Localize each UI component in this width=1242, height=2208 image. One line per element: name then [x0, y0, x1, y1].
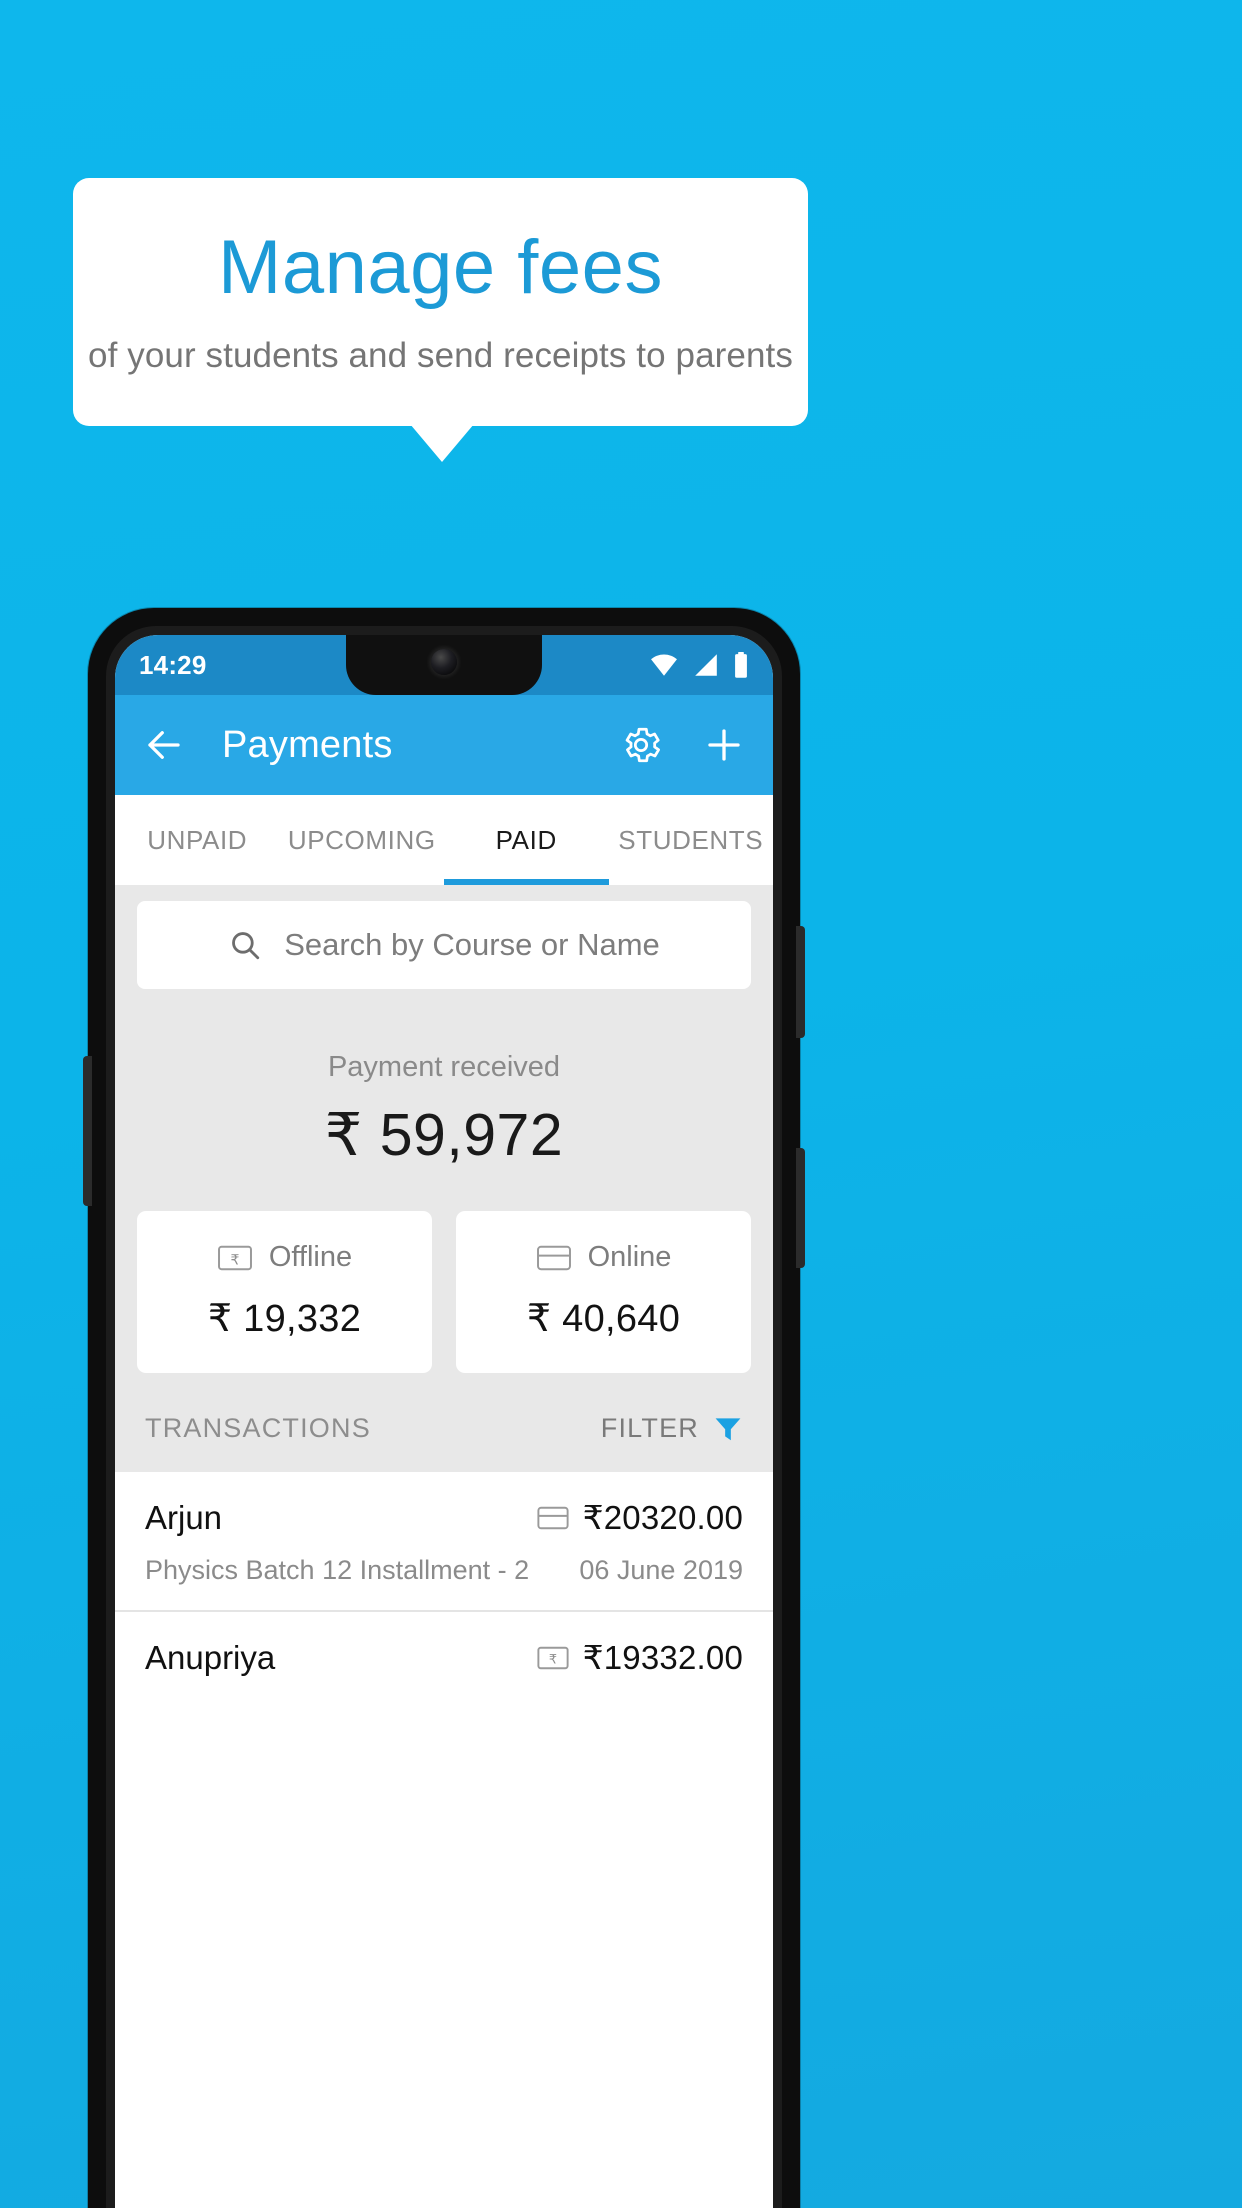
- transaction-date: 06 June 2019: [579, 1555, 743, 1585]
- back-arrow-icon[interactable]: [143, 724, 185, 766]
- search-container: Search by Course or Name: [115, 885, 773, 989]
- offline-card-amount: ₹ 19,332: [207, 1298, 362, 1340]
- svg-text:₹: ₹: [230, 1252, 239, 1268]
- search-placeholder: Search by Course or Name: [284, 927, 660, 962]
- cash-receipt-icon: ₹: [217, 1245, 252, 1270]
- transaction-primary-line: Arjun ₹20320.00: [145, 1498, 743, 1537]
- promo-screenshot: Manage fees of your students and send re…: [0, 0, 1242, 2208]
- app-bar: Payments: [115, 695, 773, 795]
- credit-card-icon: [536, 1506, 569, 1529]
- page-title: Manage fees: [218, 225, 663, 311]
- svg-text:₹: ₹: [548, 1652, 556, 1667]
- online-card-head: Online: [456, 1241, 751, 1274]
- online-card-label: Online: [587, 1241, 672, 1273]
- transaction-amount-group: ₹20320.00: [536, 1498, 743, 1537]
- offline-card[interactable]: ₹ Offline ₹ 19,332: [137, 1211, 432, 1373]
- transactions-header: TRANSACTIONS FILTER: [115, 1373, 773, 1472]
- payment-summary: Payment received ₹ 59,972: [115, 989, 773, 1169]
- phone-bezel: 14:29 Payments UNPAID UPCOMING PAID STUD…: [106, 626, 782, 2208]
- app-bar-title: Payments: [222, 723, 393, 766]
- content-area: Search by Course or Name Payment receive…: [115, 885, 773, 1701]
- signal-icon: [695, 654, 717, 676]
- callout-tail: [410, 424, 474, 462]
- promo-callout-card: Manage fees of your students and send re…: [73, 178, 808, 426]
- transaction-primary-line: Anupriya ₹ ₹19332.00: [145, 1638, 743, 1677]
- search-input[interactable]: Search by Course or Name: [137, 901, 751, 989]
- transaction-student-name: Arjun: [145, 1498, 223, 1536]
- transaction-amount: ₹20320.00: [582, 1499, 743, 1536]
- transaction-amount-group: ₹ ₹19332.00: [536, 1638, 743, 1677]
- offline-card-label: Offline: [268, 1241, 353, 1273]
- status-time: 14:29: [139, 649, 207, 680]
- plus-icon[interactable]: [703, 724, 745, 766]
- transaction-amount: ₹19332.00: [582, 1639, 743, 1676]
- summary-label: Payment received: [327, 1051, 561, 1083]
- wifi-icon: [651, 654, 677, 676]
- table-row[interactable]: Arjun ₹20320.00 Physics Batch 12 Install…: [115, 1472, 773, 1610]
- tab-students[interactable]: STUDENTS: [609, 795, 774, 885]
- transaction-student-name: Anupriya: [145, 1638, 276, 1676]
- table-row[interactable]: Anupriya ₹ ₹19332.00: [115, 1610, 773, 1701]
- battery-icon: [735, 652, 747, 678]
- phone-left-button: [83, 1056, 92, 1206]
- phone-power-button: [796, 1148, 805, 1268]
- transaction-secondary-line: Physics Batch 12 Installment - 2 06 June…: [145, 1555, 743, 1586]
- page-subtitle: of your students and send receipts to pa…: [88, 335, 793, 375]
- search-icon: [232, 932, 260, 960]
- summary-amount: ₹ 59,972: [324, 1102, 564, 1168]
- transaction-course: Physics Batch 12 Installment - 2: [145, 1555, 530, 1585]
- transactions-title: TRANSACTIONS: [145, 1413, 371, 1443]
- filter-button[interactable]: FILTER: [601, 1413, 743, 1444]
- filter-label: FILTER: [600, 1413, 699, 1443]
- tab-bar: UNPAID UPCOMING PAID STUDENTS: [115, 795, 773, 885]
- method-cards: ₹ Offline ₹ 19,332 Online ₹ 40,640: [115, 1169, 773, 1373]
- gear-icon[interactable]: [619, 723, 663, 767]
- front-camera-icon: [431, 649, 457, 675]
- online-card[interactable]: Online ₹ 40,640: [456, 1211, 751, 1373]
- phone-screen: 14:29 Payments UNPAID UPCOMING PAID STUD…: [115, 635, 773, 2208]
- phone-volume-button: [796, 926, 805, 1038]
- phone-mockup: 14:29 Payments UNPAID UPCOMING PAID STUD…: [83, 608, 805, 2208]
- offline-card-head: ₹ Offline: [137, 1241, 432, 1274]
- tab-upcoming[interactable]: UPCOMING: [280, 795, 445, 885]
- tab-paid[interactable]: PAID: [444, 795, 609, 885]
- transaction-list: Arjun ₹20320.00 Physics Batch 12 Install…: [115, 1472, 773, 1701]
- online-card-amount: ₹ 40,640: [526, 1298, 681, 1340]
- credit-card-icon: [536, 1245, 571, 1270]
- funnel-icon: [715, 1417, 741, 1440]
- tab-unpaid[interactable]: UNPAID: [115, 795, 280, 885]
- cash-receipt-icon: ₹: [536, 1646, 569, 1669]
- status-icons: [649, 652, 749, 678]
